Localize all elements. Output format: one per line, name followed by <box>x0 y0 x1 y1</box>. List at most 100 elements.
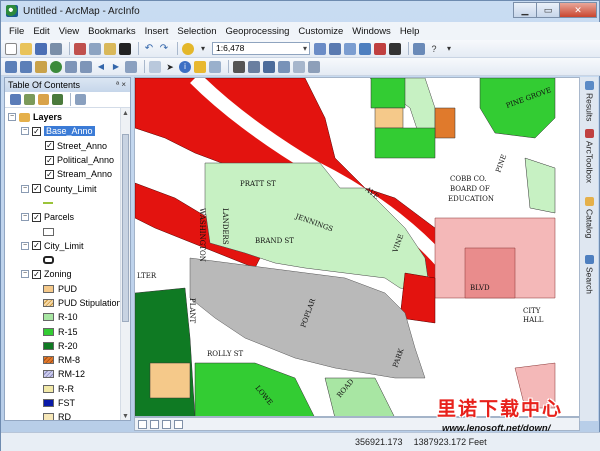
toc-options-icon[interactable] <box>75 94 86 105</box>
data-view-icon[interactable] <box>138 419 147 429</box>
hyperlink-icon[interactable] <box>194 60 206 73</box>
close-button[interactable]: ✕ <box>559 2 597 18</box>
zoning-parcel[interactable] <box>434 107 456 139</box>
select-features-icon[interactable] <box>125 60 137 73</box>
minimize-button[interactable]: ▁ <box>513 2 537 18</box>
toc-pin-close-icon[interactable]: ª × <box>116 78 126 92</box>
catalog-window-icon[interactable] <box>344 42 356 55</box>
html-popup-icon[interactable] <box>209 60 221 73</box>
layout-view-icon[interactable] <box>150 419 159 429</box>
layer-name[interactable]: Zoning <box>44 269 72 279</box>
dock-tab-label[interactable]: Catalog <box>585 209 595 238</box>
zoning-map[interactable]: PRATT ST COBB CO. BOARD OF EDUCATION WAS… <box>135 78 580 417</box>
menu-view[interactable]: View <box>59 26 79 37</box>
print-icon[interactable] <box>50 42 62 55</box>
menu-customize[interactable]: Customize <box>298 26 343 37</box>
fixed-zoom-in-icon[interactable] <box>65 60 77 73</box>
list-by-source-icon[interactable] <box>24 94 35 105</box>
table-of-contents-icon[interactable] <box>329 42 341 55</box>
toc-scrollbar[interactable]: ▲ ▼ <box>120 108 130 420</box>
find-route-icon[interactable] <box>248 60 260 73</box>
zoning-parcel[interactable] <box>374 127 436 159</box>
layers-root[interactable]: − Layers <box>5 110 130 124</box>
layer-visibility-checkbox[interactable]: ✓ <box>32 241 41 251</box>
save-icon[interactable] <box>35 42 47 55</box>
dock-tab-label[interactable]: Results <box>585 93 595 121</box>
zoning-parcel[interactable] <box>374 107 404 129</box>
pause-drawing-icon[interactable] <box>174 419 183 429</box>
model-builder-icon[interactable] <box>413 42 425 55</box>
zoning-parcel[interactable] <box>370 78 406 109</box>
map-scale-combo[interactable]: 1:6,478 <box>212 42 310 55</box>
zoom-in-icon[interactable] <box>5 60 17 73</box>
search-window-icon[interactable] <box>359 42 371 55</box>
layer-city-limit[interactable]: − ✓ City_Limit <box>5 239 130 253</box>
menu-selection[interactable]: Selection <box>177 26 216 37</box>
full-extent-icon[interactable] <box>50 60 62 73</box>
editor-toolbar-icon[interactable] <box>314 42 326 55</box>
list-by-selection-icon[interactable] <box>52 94 63 105</box>
menu-geoprocessing[interactable]: Geoprocessing <box>225 26 289 37</box>
layer-group-base-anno[interactable]: − ✓ Base_Anno <box>5 124 130 138</box>
collapse-icon[interactable]: − <box>21 213 29 222</box>
zoom-out-icon[interactable] <box>20 60 32 73</box>
layer-parcels[interactable]: − ✓ Parcels <box>5 210 130 224</box>
layer-street-anno[interactable]: ✓ Street_Anno <box>5 139 130 153</box>
go-forward-icon[interactable]: ▶ <box>110 61 122 73</box>
measure-icon[interactable] <box>278 60 290 73</box>
map-display[interactable]: PRATT ST COBB CO. BOARD OF EDUCATION WAS… <box>134 77 580 417</box>
dock-tab-catalog[interactable]: Catalog <box>582 197 597 238</box>
scrollbar-thumb[interactable] <box>122 134 129 322</box>
layer-name[interactable]: Stream_Anno <box>57 169 112 179</box>
collapse-icon[interactable]: − <box>8 113 16 122</box>
undo-icon[interactable]: ↶ <box>143 43 155 55</box>
go-to-xy-icon[interactable] <box>263 60 275 73</box>
layer-name[interactable]: Base_Anno <box>44 126 95 137</box>
list-by-visibility-icon[interactable] <box>38 94 49 105</box>
menu-bookmarks[interactable]: Bookmarks <box>88 26 136 37</box>
redo-icon[interactable]: ↷ <box>158 43 170 55</box>
dock-tab-arctoolbox[interactable]: ArcToolbox <box>582 129 597 183</box>
add-data-dropdown-icon[interactable]: ▾ <box>197 43 209 55</box>
menu-edit[interactable]: Edit <box>33 26 49 37</box>
menu-windows[interactable]: Windows <box>352 26 391 37</box>
viewer-window-icon[interactable] <box>308 60 320 73</box>
layer-visibility-checkbox[interactable]: ✓ <box>32 126 41 136</box>
cut-icon[interactable] <box>74 42 86 55</box>
dock-tab-label[interactable]: ArcToolbox <box>585 141 595 183</box>
whats-this-icon[interactable]: ? <box>428 43 440 55</box>
layer-name[interactable]: County_Limit <box>44 184 97 194</box>
layer-visibility-checkbox[interactable]: ✓ <box>45 155 54 165</box>
scroll-up-icon[interactable]: ▲ <box>121 110 130 117</box>
scroll-down-icon[interactable]: ▼ <box>121 413 130 420</box>
refresh-icon[interactable] <box>162 419 171 429</box>
collapse-icon[interactable]: − <box>21 241 29 250</box>
collapse-icon[interactable]: − <box>21 270 29 279</box>
menu-help[interactable]: Help <box>400 26 420 37</box>
time-slider-icon[interactable] <box>293 60 305 73</box>
toolbar-options-icon[interactable]: ▾ <box>443 43 455 55</box>
select-elements-icon[interactable]: ➤ <box>164 61 176 73</box>
collapse-icon[interactable]: − <box>21 184 29 193</box>
maximize-button[interactable]: ▭ <box>536 2 560 18</box>
dock-tab-label[interactable]: Search <box>585 267 595 294</box>
open-folder-icon[interactable] <box>20 42 32 55</box>
identify-icon[interactable]: i <box>179 60 191 73</box>
layer-visibility-checkbox[interactable]: ✓ <box>45 169 54 179</box>
go-back-icon[interactable]: ◀ <box>95 61 107 73</box>
list-by-drawing-order-icon[interactable] <box>10 94 21 105</box>
layer-stream-anno[interactable]: ✓ Stream_Anno <box>5 167 130 181</box>
layer-county-limit[interactable]: − ✓ County_Limit <box>5 181 130 195</box>
menu-file[interactable]: File <box>9 26 24 37</box>
arctoolbox-icon[interactable] <box>374 42 386 55</box>
delete-icon[interactable] <box>119 42 131 55</box>
zoning-parcel[interactable] <box>524 157 556 214</box>
python-window-icon[interactable] <box>389 42 401 55</box>
new-document-icon[interactable] <box>5 42 17 55</box>
find-icon[interactable] <box>233 60 245 73</box>
layer-name[interactable]: Political_Anno <box>57 155 114 165</box>
paste-icon[interactable] <box>104 42 116 55</box>
zoning-parcel[interactable] <box>149 362 191 399</box>
layer-visibility-checkbox[interactable]: ✓ <box>32 212 41 222</box>
dock-tab-search[interactable]: Search <box>582 255 597 294</box>
